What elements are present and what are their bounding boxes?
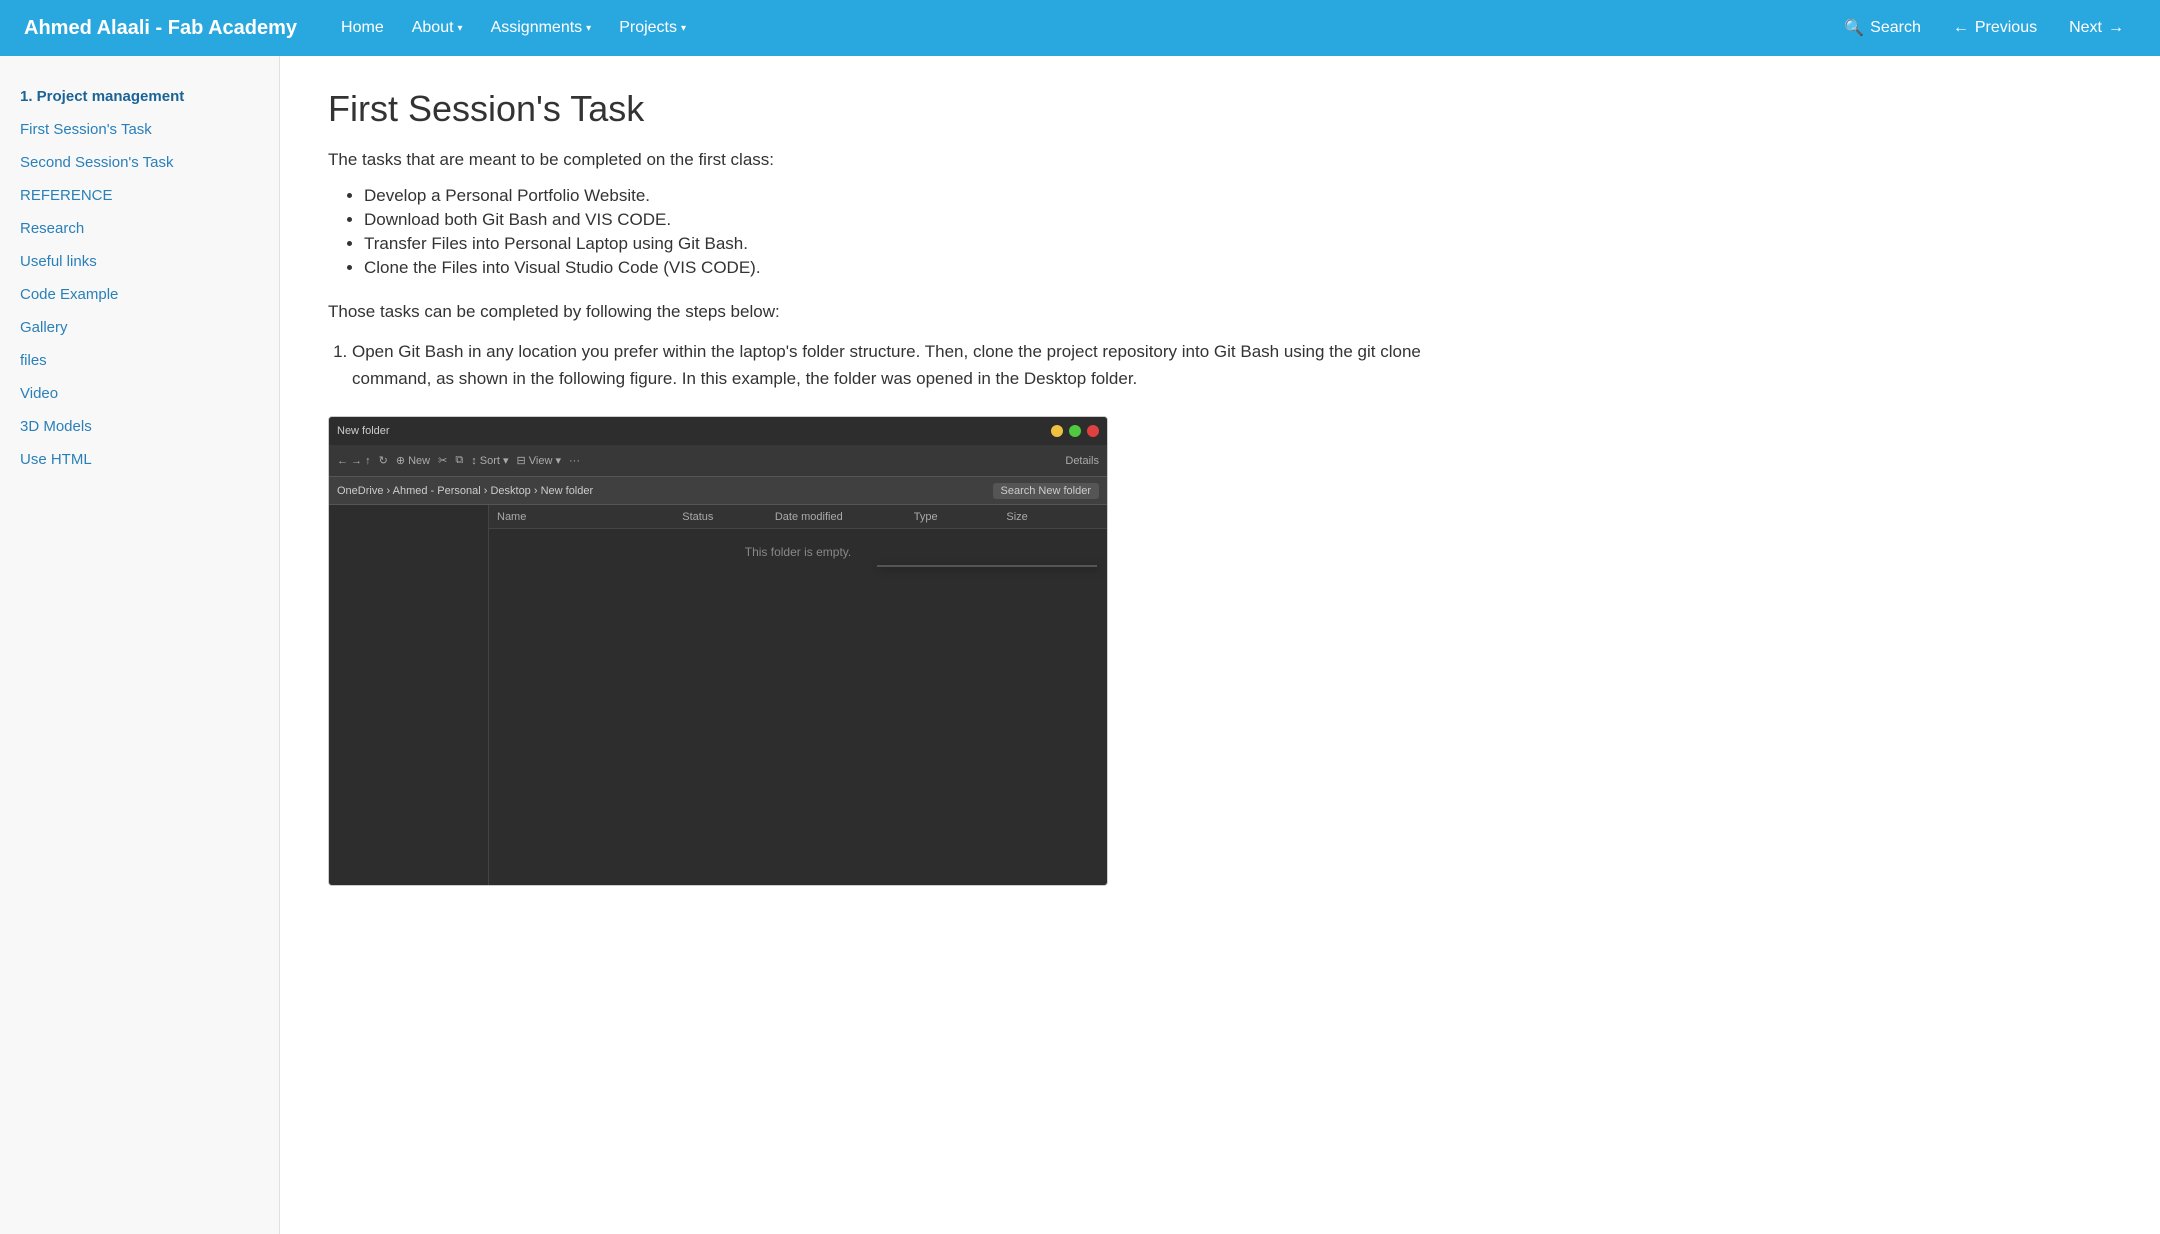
context-menu	[877, 565, 1097, 567]
search-icon: 🔍	[1844, 18, 1864, 38]
explorer-toolbar: ← → ↑ ↻ ⊕ New ✂ ⧉ ↕ Sort ▾ ⊟ View ▾ ··· …	[329, 445, 1107, 477]
breadcrumb-path: OneDrive › Ahmed - Personal › Desktop › …	[337, 485, 593, 497]
toolbar-details[interactable]: Details	[1065, 455, 1099, 467]
explorer-title: New folder	[337, 425, 390, 437]
page-title: First Session's Task	[328, 88, 1432, 130]
nav-home[interactable]: Home	[329, 11, 396, 45]
main-content: First Session's Task The tasks that are …	[280, 56, 1480, 1234]
sidebar-item[interactable]: REFERENCE	[0, 179, 279, 212]
steps-list: Open Git Bash in any location you prefer…	[352, 338, 1432, 392]
col-status: Status	[682, 511, 775, 523]
toolbar-sort[interactable]: ↕ Sort ▾	[471, 454, 508, 467]
steps-intro-text: Those tasks can be completed by followin…	[328, 302, 1432, 322]
sidebar-item[interactable]: 1. Project management	[0, 80, 279, 113]
projects-chevron-icon: ▾	[681, 23, 686, 34]
task-bullet-list: Develop a Personal Portfolio Website. Dow…	[364, 186, 1432, 278]
toolbar-more[interactable]: ···	[569, 455, 580, 467]
close-btn[interactable]	[1087, 425, 1099, 437]
nav-assignments[interactable]: Assignments ▾	[479, 11, 604, 45]
nav-about[interactable]: About ▾	[400, 11, 475, 45]
toolbar-new[interactable]: ⊕ New	[396, 454, 430, 467]
assignments-chevron-icon: ▾	[586, 23, 591, 34]
sidebar-item[interactable]: files	[0, 344, 279, 377]
sidebar-item[interactable]: Gallery	[0, 311, 279, 344]
next-button[interactable]: Next →	[2057, 11, 2136, 45]
previous-button[interactable]: ← Previous	[1941, 11, 2049, 45]
sidebar-item[interactable]: Video	[0, 377, 279, 410]
empty-text: This folder is empty.	[489, 545, 1107, 559]
bullet-item: Transfer Files into Personal Laptop usin…	[364, 234, 1432, 254]
sidebar-item[interactable]: Research	[0, 212, 279, 245]
search-field[interactable]: Search New folder	[993, 483, 1100, 499]
toolbar-refresh[interactable]: ↻	[379, 454, 388, 467]
search-button[interactable]: 🔍 Search	[1832, 10, 1933, 46]
breadcrumb-bar: OneDrive › Ahmed - Personal › Desktop › …	[329, 477, 1107, 505]
explorer-titlebar: New folder	[329, 417, 1107, 445]
toolbar-cut[interactable]: ✂	[438, 454, 447, 467]
sidebar-item[interactable]: 3D Models	[0, 410, 279, 443]
brand-title: Ahmed Alaali - Fab Academy	[24, 17, 297, 40]
toolbar-nav-back[interactable]: ← → ↑	[337, 455, 371, 467]
col-type: Type	[914, 511, 1007, 523]
explorer-screenshot: New folder ← → ↑ ↻ ⊕ New ✂ ⧉ ↕ Sort ▾ ⊟ …	[328, 416, 1108, 886]
explorer-file-sidebar	[329, 505, 489, 885]
nav-projects[interactable]: Projects ▾	[607, 11, 698, 45]
prev-arrow-icon: ←	[1953, 19, 1969, 37]
explorer-main-area: Name Status Date modified Type Size This…	[489, 505, 1107, 885]
nav-links: Home About ▾ Assignments ▾ Projects ▾	[329, 11, 698, 45]
col-name: Name	[497, 511, 682, 523]
intro-text: The tasks that are meant to be completed…	[328, 150, 1432, 170]
minimize-btn[interactable]	[1051, 425, 1063, 437]
next-arrow-icon: →	[2108, 19, 2124, 37]
navbar: Ahmed Alaali - Fab Academy Home About ▾ …	[0, 0, 2160, 56]
column-headers: Name Status Date modified Type Size	[489, 505, 1107, 529]
col-date: Date modified	[775, 511, 914, 523]
sidebar-item[interactable]: First Session's Task	[0, 113, 279, 146]
col-size: Size	[1006, 511, 1099, 523]
bullet-item: Download both Git Bash and VIS CODE.	[364, 210, 1432, 230]
sidebar-item[interactable]: Use HTML	[0, 443, 279, 476]
explorer-body: Name Status Date modified Type Size This…	[329, 505, 1107, 885]
sidebar-item[interactable]: Code Example	[0, 278, 279, 311]
bullet-item: Develop a Personal Portfolio Website.	[364, 186, 1432, 206]
sidebar-item[interactable]: Second Session's Task	[0, 146, 279, 179]
bullet-item: Clone the Files into Visual Studio Code …	[364, 258, 1432, 278]
titlebar-controls	[1051, 425, 1099, 437]
page-container: 1. Project managementFirst Session's Tas…	[0, 56, 2160, 1234]
toolbar-view[interactable]: ⊟ View ▾	[517, 454, 562, 467]
about-chevron-icon: ▾	[458, 23, 463, 34]
sidebar-item[interactable]: Useful links	[0, 245, 279, 278]
toolbar-copy[interactable]: ⧉	[455, 454, 463, 467]
step-item: Open Git Bash in any location you prefer…	[352, 338, 1432, 392]
sidebar: 1. Project managementFirst Session's Tas…	[0, 56, 280, 1234]
maximize-btn[interactable]	[1069, 425, 1081, 437]
navbar-left: Ahmed Alaali - Fab Academy Home About ▾ …	[24, 11, 698, 45]
navbar-right: 🔍 Search ← Previous Next →	[1832, 10, 2136, 46]
